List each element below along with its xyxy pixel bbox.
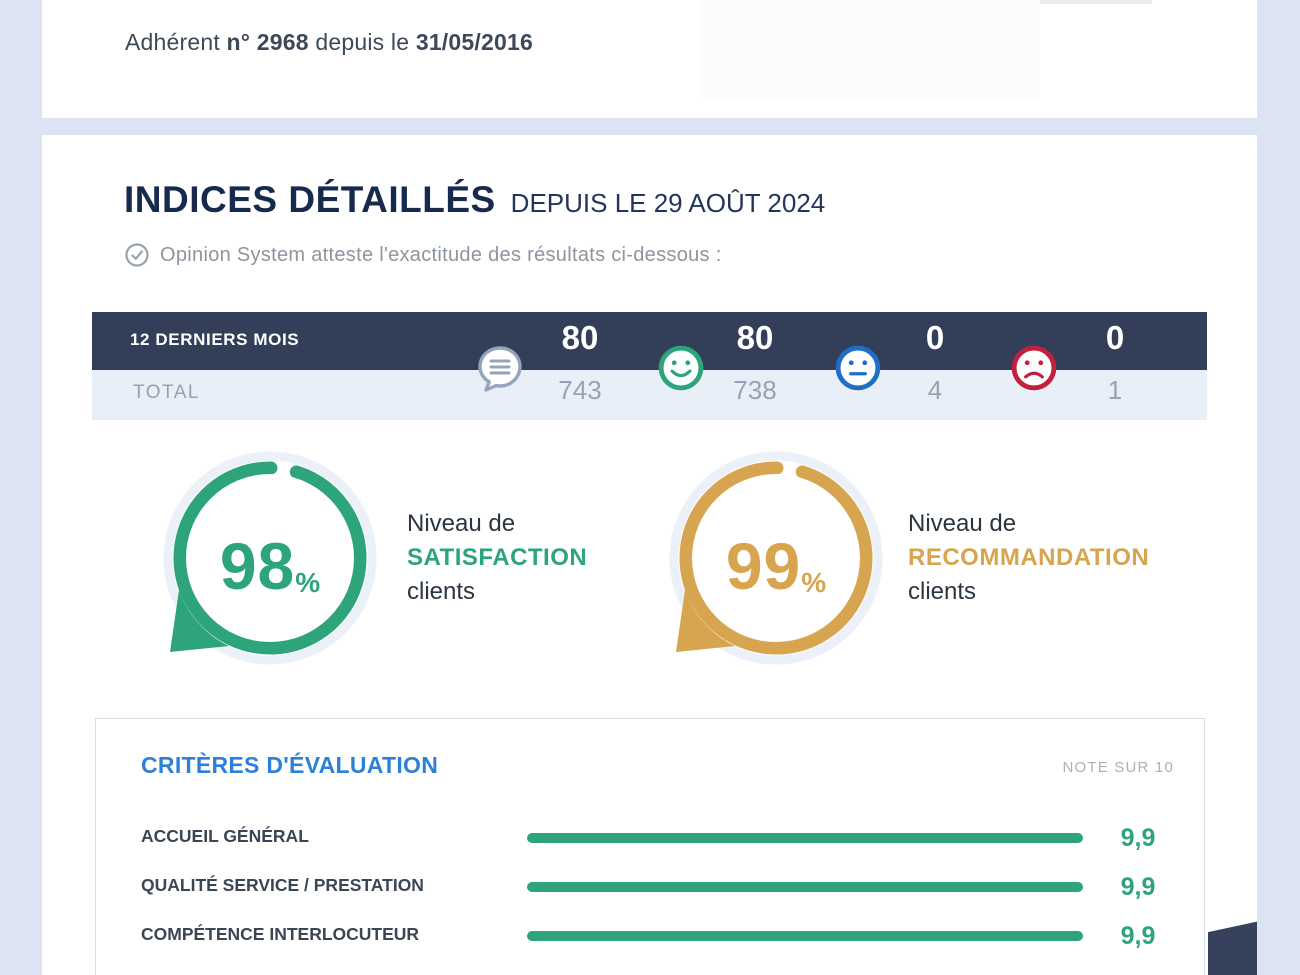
satisfaction-label: Niveau de SATISFACTION clients <box>407 507 587 609</box>
member-mid: depuis le <box>315 29 409 55</box>
check-circle-icon <box>124 242 150 268</box>
faded-placeholder <box>700 0 1040 100</box>
criterion-score: 9,9 <box>1083 873 1193 902</box>
criterion-label: COMPÉTENCE INTERLOCUTEUR <box>141 924 419 945</box>
score-table: 12 DERNIERS MOIS TOTAL 80 743 80 738 0 4… <box>92 312 1207 420</box>
recommendation-number: 99 <box>726 528 801 604</box>
navy-corner-decoration <box>1208 917 1257 975</box>
criterion-bar <box>527 882 1089 892</box>
page-title: INDICES DÉTAILLÉS <box>124 179 496 221</box>
chat-bubble-icon <box>474 342 526 399</box>
happy-face-icon <box>658 345 704 396</box>
recommendation-label-line3: clients <box>908 575 1149 609</box>
percent-sign: % <box>801 567 826 599</box>
indices-card: INDICES DÉTAILLÉS DEPUIS LE 29 AOÛT 2024… <box>42 135 1257 975</box>
criterion-bar <box>527 833 1089 843</box>
neutral-period-value: 0 <box>865 319 1005 357</box>
criterion-bar <box>527 931 1089 941</box>
criterion-label: QUALITÉ SERVICE / PRESTATION <box>141 875 424 896</box>
recommendation-gauge: 99% <box>666 448 886 668</box>
recommendation-label-line1: Niveau de <box>908 507 1149 541</box>
page-subtitle: DEPUIS LE 29 AOÛT 2024 <box>511 188 826 219</box>
satisfaction-label-line1: Niveau de <box>407 507 587 541</box>
section-header: INDICES DÉTAILLÉS DEPUIS LE 29 AOÛT 2024 <box>124 179 825 221</box>
recommendation-value: 99% <box>666 456 886 676</box>
negative-total-value: 1 <box>1045 375 1185 406</box>
attestation-text: Opinion System atteste l'exactitude des … <box>160 244 722 267</box>
satisfaction-label-line2: SATISFACTION <box>407 541 587 575</box>
percent-sign: % <box>295 567 320 599</box>
satisfaction-label-line3: clients <box>407 575 587 609</box>
membership-line: Adhérent n° 2968 depuis le 31/05/2016 <box>125 29 533 56</box>
criterion-score: 9,9 <box>1083 824 1193 853</box>
satisfaction-number: 98 <box>220 528 295 604</box>
positive-total-value: 738 <box>685 375 825 406</box>
cropped-element-edge <box>1040 0 1152 4</box>
criterion-score: 9,9 <box>1083 971 1193 975</box>
criteria-panel: CRITÈRES D'ÉVALUATION NOTE SUR 10 ACCUEI… <box>95 718 1205 975</box>
reviews-total-value: 743 <box>510 375 650 406</box>
criteria-scale-note: NOTE SUR 10 <box>1062 759 1174 776</box>
criterion-label: ACCUEIL GÉNÉRAL <box>141 826 309 847</box>
member-prefix: Adhérent <box>125 29 220 55</box>
neutral-total-value: 4 <box>865 375 1005 406</box>
member-date: 31/05/2016 <box>416 29 533 55</box>
criteria-heading: CRITÈRES D'ÉVALUATION <box>141 752 438 779</box>
neutral-face-icon <box>835 345 881 396</box>
negative-period-value: 0 <box>1045 319 1185 357</box>
recommendation-label: Niveau de RECOMMANDATION clients <box>908 507 1149 609</box>
positive-period-value: 80 <box>685 319 825 357</box>
reviews-period-value: 80 <box>510 319 650 357</box>
recommendation-label-line2: RECOMMANDATION <box>908 541 1149 575</box>
total-row-label: TOTAL <box>133 382 200 404</box>
sad-face-icon <box>1011 345 1057 396</box>
satisfaction-gauge: 98% <box>160 448 380 668</box>
attestation-line: Opinion System atteste l'exactitude des … <box>124 242 722 268</box>
period-row-label: 12 DERNIERS MOIS <box>130 330 299 350</box>
criterion-score: 9,9 <box>1083 922 1193 951</box>
membership-card: Adhérent n° 2968 depuis le 31/05/2016 <box>42 0 1257 118</box>
member-number: n° 2968 <box>227 29 309 55</box>
satisfaction-value: 98% <box>160 456 380 676</box>
